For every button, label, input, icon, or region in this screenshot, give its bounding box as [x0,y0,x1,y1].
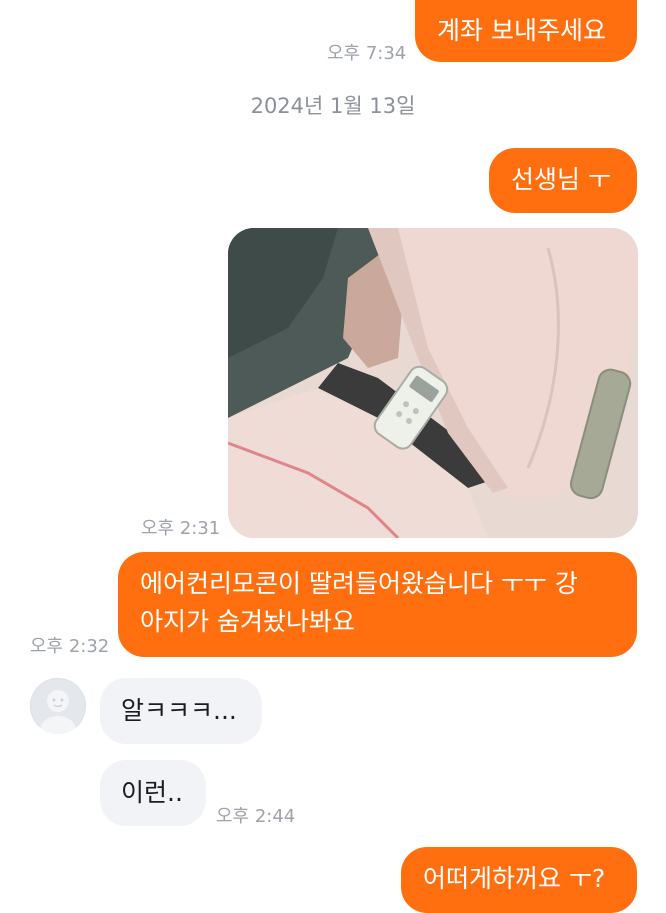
date-divider: 2024년 1월 13일 [250,94,416,118]
default-avatar-icon [40,690,76,734]
message-time: 오후 2:44 [216,806,296,827]
message-time: 오후 7:34 [327,43,407,64]
message-text-line: 에어컨리모콘이 딸려들어왔습니다 ㅜㅜ 강 [140,569,578,598]
sent-message-bubble[interactable]: 어떠게하꺼요 ㅜ? [401,847,637,913]
message-time: 오후 2:32 [30,636,110,657]
remote-control-under-blanket-image [228,228,638,538]
message-time: 오후 2:31 [141,518,221,539]
sent-message-bubble[interactable]: 계좌 보내주세요 [415,0,637,62]
avatar[interactable] [30,678,86,734]
received-message-bubble[interactable]: 알ㅋㅋㅋ... [100,678,262,744]
sent-message-bubble[interactable]: 선생님 ㅜ [489,148,637,213]
received-message-bubble[interactable]: 이런.. [100,760,206,826]
sent-message-bubble[interactable]: 에어컨리모콘이 딸려들어왔습니다 ㅜㅜ 강 아지가 숨겨놨나봐요 [118,552,637,657]
photo-message[interactable] [228,228,638,538]
message-text-line: 아지가 숨겨놨나봐요 [140,607,355,636]
